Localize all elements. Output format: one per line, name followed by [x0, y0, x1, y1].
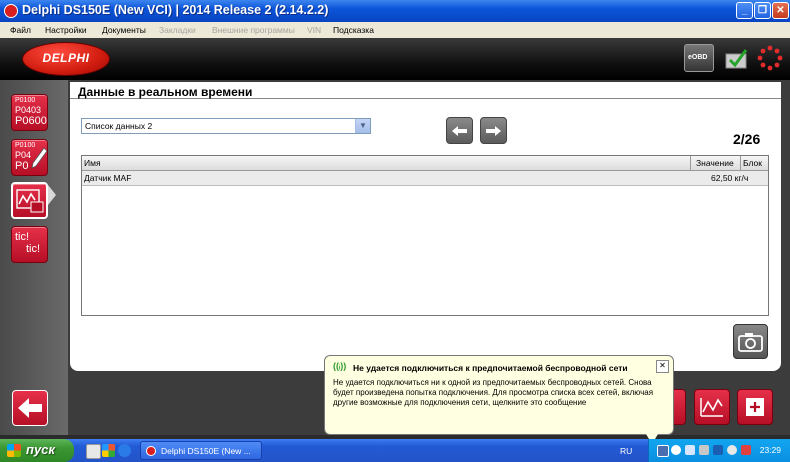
module-button[interactable] — [737, 389, 773, 425]
back-arrow-icon — [18, 398, 42, 418]
start-button[interactable]: пуск — [0, 439, 74, 462]
connection-spinner-icon — [756, 44, 784, 72]
module-icon — [746, 398, 764, 416]
dtc-code-1: P0100 — [15, 97, 36, 104]
column-divider[interactable] — [690, 156, 691, 170]
media-player-icon[interactable] — [102, 444, 115, 457]
task-label: Delphi DS150E (New ... — [161, 446, 251, 456]
windows-logo-icon — [7, 444, 21, 457]
app-icon[interactable] — [4, 4, 18, 18]
title-bar[interactable]: Delphi DS150E (New VCI) | 2014 Release 2… — [0, 0, 790, 22]
dtc-code-2: P0403 — [15, 105, 42, 115]
task-delphi[interactable]: Delphi DS150E (New ... — [140, 441, 262, 460]
back-button[interactable] — [12, 390, 48, 426]
tic-label-2: tic! — [26, 243, 41, 255]
clear-dtc-button[interactable]: P0100 P04 P0 — [11, 139, 48, 176]
column-name-header[interactable]: Имя — [84, 158, 101, 168]
previous-page-button[interactable] — [446, 117, 473, 144]
battery-icon[interactable] — [713, 445, 723, 455]
show-desktop-icon[interactable] — [86, 444, 101, 459]
internet-explorer-icon[interactable] — [118, 444, 131, 457]
vci-status-icon[interactable] — [722, 44, 752, 72]
camera-icon — [738, 333, 763, 352]
menu-file[interactable]: Файл — [10, 25, 31, 35]
tic-label-1: tic! — [15, 231, 30, 243]
column-block-header[interactable]: Блок — [743, 158, 762, 168]
logo-text: DELPHI — [42, 51, 90, 65]
language-indicator[interactable]: RU — [620, 446, 632, 456]
live-data-graph-icon — [16, 189, 44, 213]
eobd-label: eOBD — [688, 54, 708, 61]
panel-divider — [70, 98, 781, 107]
cloud-icon[interactable] — [685, 445, 695, 455]
tic-button[interactable]: tic! tic! — [11, 226, 48, 263]
menu-external-programs: Внешние программы — [212, 25, 295, 35]
balloon-message[interactable]: Не удается подключиться ни к одной из пр… — [333, 378, 663, 408]
menu-documents[interactable]: Документы — [102, 25, 146, 35]
graph-button[interactable] — [694, 389, 730, 425]
delphi-task-icon — [146, 446, 156, 456]
delphi-logo: DELPHI — [22, 42, 110, 76]
wireless-icon: ((ᵢ)) — [333, 361, 347, 371]
live-data-table: Имя Значение Блок Датчик MAF 62,50 кг/ч — [81, 155, 769, 316]
usb-icon[interactable] — [699, 445, 709, 455]
close-button[interactable]: ✕ — [772, 2, 789, 19]
graph-icon — [700, 398, 723, 417]
balloon-title: Не удается подключиться к предпочитаемой… — [353, 363, 628, 373]
start-label: пуск — [26, 442, 55, 457]
table-row[interactable]: Датчик MAF 62,50 кг/ч — [82, 171, 768, 185]
maximize-button[interactable]: ❐ — [754, 2, 771, 19]
menu-bookmarks: Закладки — [159, 25, 196, 35]
menu-settings[interactable]: Настройки — [45, 25, 87, 35]
dtc-code-3: P0600 — [15, 115, 47, 127]
column-divider[interactable] — [740, 156, 741, 170]
antivirus-icon[interactable] — [741, 445, 751, 455]
row-divider — [82, 185, 768, 186]
menu-bar: Файл Настройки Документы Закладки Внешни… — [0, 22, 790, 38]
arrow-left-icon — [452, 126, 467, 136]
row-value-cell: 62,50 кг/ч — [711, 173, 749, 183]
network-warning-icon[interactable] — [657, 445, 669, 457]
pen-icon — [31, 147, 47, 169]
column-value-header[interactable]: Значение — [696, 158, 734, 168]
volume-icon[interactable] — [727, 445, 737, 455]
chevron-down-icon[interactable]: ▼ — [355, 119, 370, 133]
data-list-select[interactable]: Список данных 2 ▼ — [81, 118, 371, 134]
eobd-button[interactable]: eOBD — [684, 44, 714, 72]
bluetooth-icon[interactable] — [671, 445, 681, 455]
minimize-button[interactable]: _ — [736, 2, 753, 19]
data-list-selected: Список данных 2 — [85, 121, 153, 131]
active-tab-pointer — [48, 185, 56, 205]
next-page-button[interactable] — [480, 117, 507, 144]
system-tray: 23:29 — [648, 439, 790, 462]
menu-help[interactable]: Подсказка — [333, 25, 374, 35]
screenshot-button[interactable] — [733, 324, 768, 359]
clock[interactable]: 23:29 — [760, 445, 781, 455]
page-counter: 2/26 — [733, 131, 761, 147]
menu-vin: VIN — [307, 25, 322, 35]
table-header: Имя Значение Блок — [82, 156, 768, 171]
live-data-button[interactable] — [11, 182, 48, 219]
read-dtc-button[interactable]: P0100 P0403 P0600 — [11, 94, 48, 131]
wireless-notification-balloon[interactable]: ((ᵢ)) Не удается подключиться к предпочи… — [324, 355, 674, 435]
app-header: DELPHI eOBD — [0, 38, 790, 80]
row-name-cell: Датчик MAF — [84, 173, 132, 183]
arrow-right-icon — [486, 126, 501, 136]
window-title: Delphi DS150E (New VCI) | 2014 Release 2… — [22, 3, 329, 17]
panel-title: Данные в реальном времени — [78, 85, 253, 99]
balloon-close-button[interactable]: ✕ — [656, 360, 669, 373]
